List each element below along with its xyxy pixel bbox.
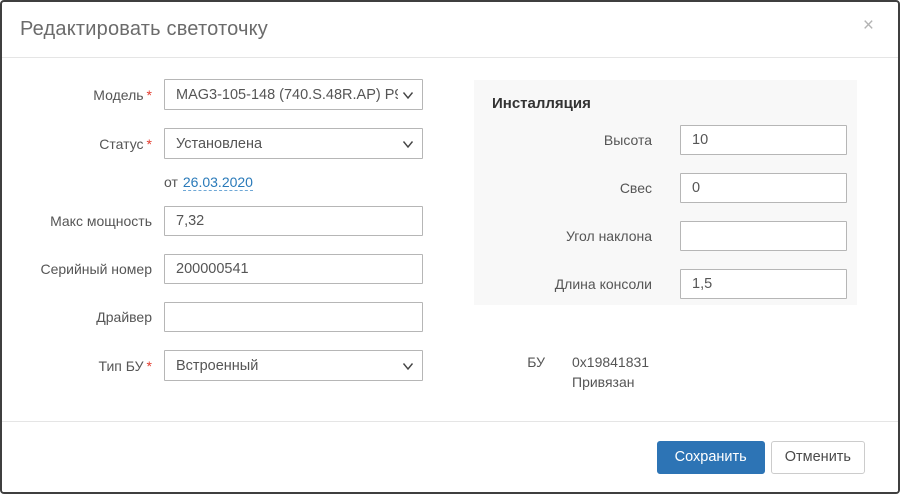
overhang-row: Свес (474, 173, 857, 203)
tilt-angle-input[interactable] (680, 221, 847, 251)
installation-title: Инсталляция (474, 80, 857, 112)
model-row: Модель* MAG3-105-148 (740.S.48R.AP) P9 (… (2, 79, 462, 110)
edit-lightpoint-modal: Редактировать светоточку × Модель* MAG3-… (0, 0, 900, 494)
status-select-value: Установлена (176, 136, 398, 152)
required-asterisk: * (147, 358, 152, 374)
control-unit-info: БУ 0x19841831 Привязан (474, 352, 649, 392)
modal-footer: Сохранить Отменить (2, 421, 898, 492)
modal-body: Модель* MAG3-105-148 (740.S.48R.AP) P9 (… (2, 59, 898, 421)
save-button[interactable]: Сохранить (657, 441, 765, 474)
height-row: Высота (474, 125, 857, 155)
tilt-angle-label: Угол наклона (474, 228, 652, 244)
max-power-row: Макс мощность (2, 206, 462, 236)
bu-id: 0x19841831 (572, 352, 649, 372)
installation-panel: Инсталляция Высота Свес Угол наклона Дли… (474, 80, 857, 305)
overhang-input[interactable] (680, 173, 847, 203)
model-select[interactable]: MAG3-105-148 (740.S.48R.AP) P9 (93Вт) (164, 79, 423, 110)
driver-label: Драйвер (2, 309, 152, 325)
cu-type-row: Тип БУ* Встроенный (2, 350, 462, 381)
console-length-label: Длина консоли (474, 276, 652, 292)
cu-type-select[interactable]: Встроенный (164, 350, 423, 381)
overhang-label: Свес (474, 180, 652, 196)
serial-label: Серийный номер (2, 261, 152, 277)
cancel-button[interactable]: Отменить (771, 441, 865, 474)
chevron-down-icon (402, 140, 414, 149)
status-label: Статус* (2, 136, 152, 152)
bu-values: 0x19841831 Привязан (572, 352, 649, 392)
driver-input[interactable] (164, 302, 423, 332)
driver-row: Драйвер (2, 302, 462, 332)
serial-row: Серийный номер (2, 254, 462, 284)
close-icon[interactable]: × (863, 16, 874, 35)
bu-status: Привязан (572, 372, 649, 392)
console-length-input[interactable] (680, 269, 847, 299)
status-select[interactable]: Установлена (164, 128, 423, 159)
modal-header: Редактировать светоточку × (2, 2, 898, 58)
cu-type-label: Тип БУ* (2, 358, 152, 374)
cu-type-label-text: Тип БУ (99, 358, 144, 374)
bu-label: БУ (474, 352, 545, 392)
required-asterisk: * (147, 87, 152, 103)
chevron-down-icon (402, 91, 414, 100)
status-date: от 26.03.2020 (164, 174, 423, 190)
height-input[interactable] (680, 125, 847, 155)
status-date-link[interactable]: 26.03.2020 (183, 174, 253, 191)
height-label: Высота (474, 132, 652, 148)
chevron-down-icon (402, 362, 414, 371)
status-label-text: Статус (99, 136, 143, 152)
status-date-row: от 26.03.2020 (2, 174, 462, 190)
console-length-row: Длина консоли (474, 269, 857, 299)
max-power-label: Макс мощность (2, 213, 152, 229)
status-row: Статус* Установлена (2, 128, 462, 159)
required-asterisk: * (147, 136, 152, 152)
main-form: Модель* MAG3-105-148 (740.S.48R.AP) P9 (… (2, 79, 462, 399)
model-select-value: MAG3-105-148 (740.S.48R.AP) P9 (93Вт) (176, 87, 398, 103)
max-power-input[interactable] (164, 206, 423, 236)
model-label: Модель* (2, 87, 152, 103)
tilt-angle-row: Угол наклона (474, 221, 857, 251)
model-label-text: Модель (93, 87, 143, 103)
page-title: Редактировать светоточку (20, 18, 268, 41)
serial-input[interactable] (164, 254, 423, 284)
cu-type-select-value: Встроенный (176, 358, 398, 374)
status-date-prefix: от (164, 174, 178, 190)
